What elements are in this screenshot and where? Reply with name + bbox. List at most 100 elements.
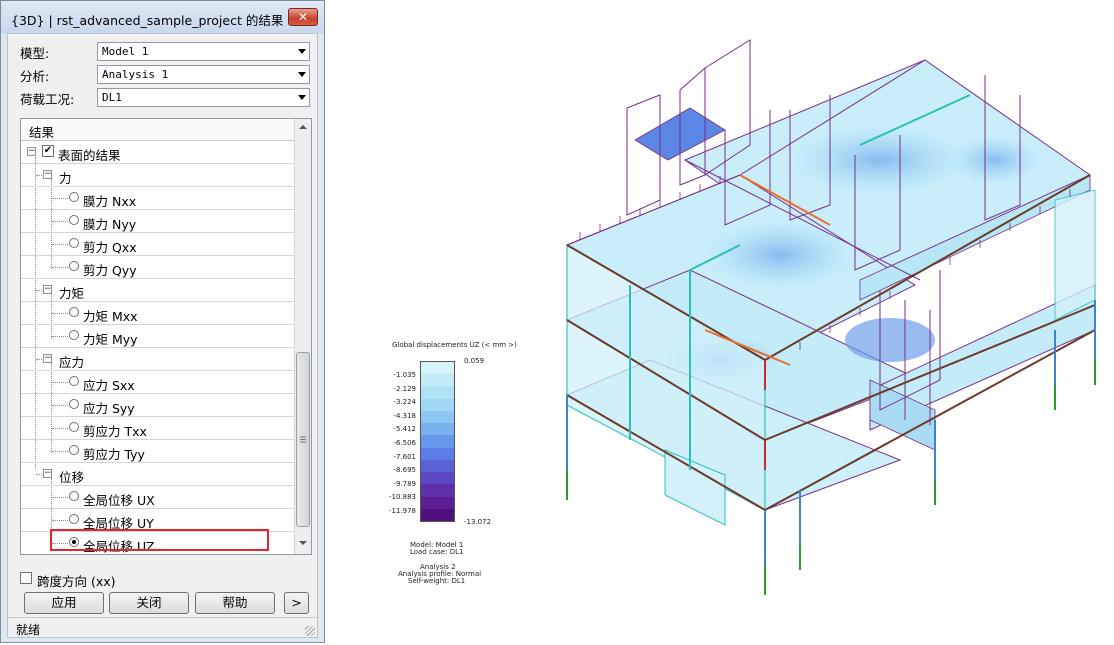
displacement-contour bbox=[705, 220, 855, 290]
span-direction-label: 跨度方向 (xx) bbox=[37, 574, 116, 589]
legend-min-value: -13.072 bbox=[464, 518, 492, 526]
scroll-thumb[interactable] bbox=[296, 352, 310, 527]
tree-connector bbox=[52, 405, 68, 406]
legend-band bbox=[421, 435, 454, 449]
legend-tick-label: -4.318 bbox=[393, 411, 416, 420]
tree-item-ux[interactable]: 全局位移 UX bbox=[21, 486, 294, 509]
legend-band bbox=[421, 496, 454, 510]
collapse-icon[interactable]: − bbox=[27, 147, 36, 156]
tree-item-force[interactable]: − 力 bbox=[21, 164, 294, 187]
tree-connector bbox=[52, 451, 68, 452]
tree-item-label: 应力 bbox=[59, 355, 85, 370]
legend-band bbox=[421, 484, 454, 498]
legend-tick-label: -1.035 bbox=[393, 371, 416, 379]
tree-connector bbox=[52, 313, 68, 314]
legend-band bbox=[421, 374, 454, 387]
collapse-icon[interactable]: − bbox=[43, 285, 52, 294]
model-select-value: Model 1 bbox=[102, 45, 149, 58]
tree-item-label: 全局位移 UX bbox=[83, 493, 155, 508]
tree-item-qxx[interactable]: 剪力 Qxx bbox=[21, 233, 294, 256]
legend-tick-label: -5.412 bbox=[393, 425, 416, 434]
tree-item-sxx[interactable]: 应力 Sxx bbox=[21, 371, 294, 394]
displacement-contour bbox=[845, 318, 935, 362]
more-button[interactable]: > bbox=[284, 592, 309, 614]
tree-header-label: 结果 bbox=[29, 125, 55, 140]
tyy-radio[interactable] bbox=[69, 445, 79, 455]
analysis-select[interactable]: Analysis 1 bbox=[97, 65, 310, 84]
legend-band bbox=[421, 398, 454, 412]
tree-item-label: 膜力 Nyy bbox=[83, 217, 137, 232]
syy-radio[interactable] bbox=[69, 399, 79, 409]
tree-item-label: 剪力 Qyy bbox=[83, 263, 137, 278]
legend-tick-label: -8.695 bbox=[393, 466, 416, 475]
tree-item-label: 应力 Syy bbox=[83, 401, 135, 416]
tree-item-label: 剪应力 Tyy bbox=[83, 447, 145, 462]
legend-info-loadcase: Load case: DL1 bbox=[410, 548, 464, 556]
legend-tick-label: -10.883 bbox=[388, 493, 416, 502]
close-window-button[interactable]: ✕ bbox=[288, 8, 318, 26]
scroll-down-icon[interactable] bbox=[297, 537, 309, 549]
tree-connector bbox=[52, 336, 68, 337]
tree-item-moment[interactable]: − 力矩 bbox=[21, 279, 294, 302]
results-tree: 结果 − ✔ 表面的结果 − 力 膜力 Nxx 膜力 Nyy 剪力 Qxx 剪力… bbox=[20, 118, 312, 555]
legend-band bbox=[421, 386, 454, 400]
chevron-down-icon bbox=[298, 49, 306, 54]
tree-item-syy[interactable]: 应力 Syy bbox=[21, 394, 294, 417]
tree-scrollbar[interactable] bbox=[294, 119, 311, 554]
collapse-icon[interactable]: − bbox=[43, 170, 52, 179]
legend-title: Global displacements UZ (< mm >) bbox=[392, 341, 517, 349]
legend-max-value: 0.059 bbox=[464, 357, 485, 365]
close-button[interactable]: 关闭 bbox=[109, 592, 189, 614]
tree-item-nyy[interactable]: 膜力 Nyy bbox=[21, 210, 294, 233]
tree-item-nxx[interactable]: 膜力 Nxx bbox=[21, 187, 294, 210]
tree-item-myy[interactable]: 力矩 Myy bbox=[21, 325, 294, 348]
uy-radio[interactable] bbox=[69, 514, 79, 524]
analysis-label: 分析: bbox=[20, 69, 50, 84]
tree-item-tyy[interactable]: 剪应力 Tyy bbox=[21, 440, 294, 463]
legend-tick-label: -7.601 bbox=[393, 452, 416, 461]
myy-radio[interactable] bbox=[69, 330, 79, 340]
legend-band bbox=[421, 410, 454, 424]
collapse-icon[interactable]: − bbox=[43, 354, 52, 363]
resize-grip-icon[interactable] bbox=[305, 626, 315, 636]
title-bar[interactable]: {3D} | rst_advanced_sample_project 的结果 ✕ bbox=[1, 1, 324, 33]
collapse-icon[interactable]: − bbox=[43, 469, 52, 478]
qxx-radio[interactable] bbox=[69, 238, 79, 248]
tree-connector bbox=[52, 428, 68, 429]
dialog-title: {3D} | rst_advanced_sample_project 的结果 bbox=[11, 13, 284, 28]
tree-item-mxx[interactable]: 力矩 Mxx bbox=[21, 302, 294, 325]
chevron-down-icon bbox=[298, 95, 306, 100]
sxx-radio[interactable] bbox=[69, 376, 79, 386]
apply-button[interactable]: 应用 bbox=[24, 592, 104, 614]
tree-item-displacement[interactable]: − 位移 bbox=[21, 463, 294, 486]
status-bar: 就绪 bbox=[8, 617, 317, 638]
legend-band bbox=[421, 447, 454, 461]
scroll-up-icon[interactable] bbox=[297, 121, 309, 133]
tree-item-label: 剪力 Qxx bbox=[83, 240, 137, 255]
legend-band bbox=[421, 472, 454, 485]
chevron-down-icon bbox=[298, 72, 306, 77]
structure-3d-view[interactable] bbox=[555, 25, 1105, 605]
model-select[interactable]: Model 1 bbox=[97, 42, 310, 61]
nxx-radio[interactable] bbox=[69, 192, 79, 202]
tree-item-txx[interactable]: 剪应力 Txx bbox=[21, 417, 294, 440]
help-button[interactable]: 帮助 bbox=[195, 592, 275, 614]
legend-band bbox=[421, 508, 454, 522]
tree-item-label: 表面的结果 bbox=[58, 148, 121, 163]
ux-radio[interactable] bbox=[69, 491, 79, 501]
tree-connector bbox=[52, 497, 68, 498]
tree-item-label: 膜力 Nxx bbox=[83, 194, 137, 209]
txx-radio[interactable] bbox=[69, 422, 79, 432]
mxx-radio[interactable] bbox=[69, 307, 79, 317]
loadcase-select-value: DL1 bbox=[102, 91, 122, 104]
qyy-radio[interactable] bbox=[69, 261, 79, 271]
surface-results-checkbox[interactable]: ✔ bbox=[42, 145, 54, 157]
tree-item-qyy[interactable]: 剪力 Qyy bbox=[21, 256, 294, 279]
tree-item-surface-results[interactable]: − ✔ 表面的结果 bbox=[21, 141, 294, 164]
span-direction-checkbox[interactable] bbox=[20, 572, 32, 584]
legend-info-selfweight: Self-weight: DL1 bbox=[408, 577, 466, 585]
loadcase-select[interactable]: DL1 bbox=[97, 88, 310, 107]
nyy-radio[interactable] bbox=[69, 215, 79, 225]
tree-item-label: 力矩 Myy bbox=[83, 332, 138, 347]
tree-item-stress[interactable]: − 应力 bbox=[21, 348, 294, 371]
